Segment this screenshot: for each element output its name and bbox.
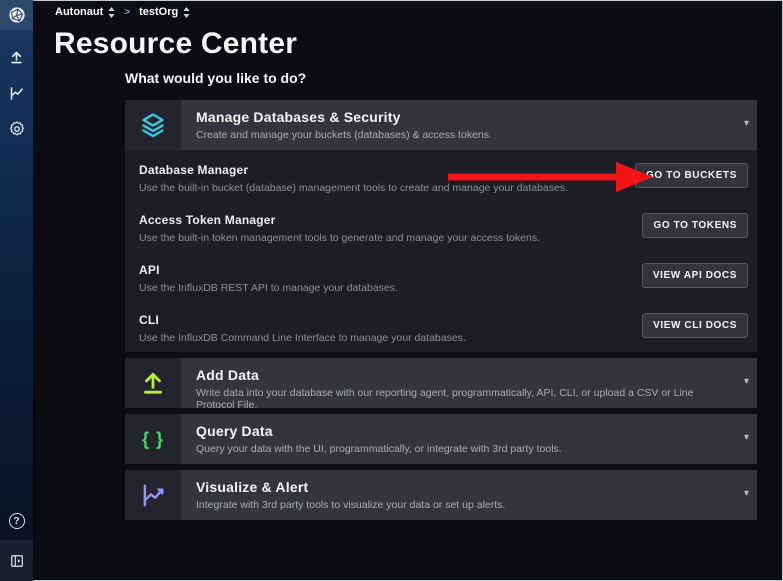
card-header-manage-databases[interactable]: Manage Databases & Security Create and m… [125,100,757,150]
card-header-query-data[interactable]: { } Query Data Query your data with the … [125,414,757,464]
influxdb-logo-icon [8,6,26,24]
section-title: CLI [139,313,637,327]
help-icon[interactable]: ? [0,513,33,529]
page-title: Resource Center [54,27,297,61]
section-database-manager: Database Manager Use the built-in bucket… [125,150,757,200]
chevron-down-icon[interactable]: ▾ [744,119,749,129]
page-subtitle: What would you like to do? [125,70,306,86]
section-title: Access Token Manager [139,213,637,227]
expand-sidebar-button[interactable] [0,540,33,581]
sub-org-name: testOrg [139,6,178,18]
org-name: Autonaut [55,6,103,18]
section-cli: CLI Use the InfluxDB Command Line Interf… [125,300,757,350]
card-description: Write data into your database with our r… [196,387,731,411]
section-access-token-manager: Access Token Manager Use the built-in to… [125,200,757,250]
go-to-tokens-button[interactable]: GO TO TOKENS [642,213,748,238]
card-query-data: { } Query Data Query your data with the … [125,414,757,464]
breadcrumb-org-dropdown[interactable]: Autonaut [55,6,115,18]
card-visualize-alert: Visualize & Alert Integrate with 3rd par… [125,470,757,520]
card-title: Visualize & Alert [196,479,731,495]
card-manage-databases-security: Manage Databases & Security Create and m… [125,100,757,352]
upload-icon [125,358,181,408]
card-title: Manage Databases & Security [196,109,731,125]
updown-caret-icon [183,7,190,18]
section-title: API [139,263,637,277]
card-header-visualize-alert[interactable]: Visualize & Alert Integrate with 3rd par… [125,470,757,520]
line-chart-icon [125,470,181,520]
updown-caret-icon [108,7,115,18]
left-nav-sidebar: ? [0,0,33,581]
view-api-docs-button[interactable]: VIEW API DOCS [642,263,748,288]
breadcrumb: Autonaut > testOrg [55,6,190,18]
card-title: Query Data [196,423,731,439]
chevron-down-icon[interactable]: ▾ [744,489,749,499]
resource-cards: Manage Databases & Security Create and m… [125,100,757,520]
section-description: Use the InfluxDB REST API to manage your… [139,282,637,294]
card-description: Integrate with 3rd party tools to visual… [196,499,731,511]
expand-sidebar-icon [10,554,24,568]
layers-icon [125,100,181,150]
view-cli-docs-button[interactable]: VIEW CLI DOCS [642,313,748,338]
section-description: Use the built-in token management tools … [139,232,637,244]
card-title: Add Data [196,367,731,383]
curly-braces-icon: { } [125,414,181,464]
card-header-text: Manage Databases & Security Create and m… [181,100,757,150]
question-mark-icon: ? [9,513,25,529]
load-data-upload-icon[interactable] [0,46,33,68]
section-description: Use the InfluxDB Command Line Interface … [139,332,637,344]
resource-center-page: ? Autonaut > testOrg Reso [0,0,783,581]
chevron-down-icon[interactable]: ▾ [744,433,749,443]
data-explorer-graph-icon[interactable] [0,82,33,104]
influxdb-logo[interactable] [0,0,33,30]
card-description: Create and manage your buckets (database… [196,129,731,141]
section-title: Database Manager [139,163,637,177]
card-description: Query your data with the UI, programmati… [196,443,731,455]
section-description: Use the built-in bucket (database) manag… [139,182,637,194]
breadcrumb-separator: > [124,7,130,18]
chevron-down-icon[interactable]: ▾ [744,377,749,387]
card-body-manage-databases: Database Manager Use the built-in bucket… [125,150,757,352]
settings-gear-icon[interactable] [0,118,33,140]
breadcrumb-suborg-dropdown[interactable]: testOrg [139,6,190,18]
card-add-data: Add Data Write data into your database w… [125,358,757,408]
card-header-text: Add Data Write data into your database w… [181,358,757,408]
card-header-add-data[interactable]: Add Data Write data into your database w… [125,358,757,408]
section-api: API Use the InfluxDB REST API to manage … [125,250,757,300]
card-header-text: Query Data Query your data with the UI, … [181,414,757,464]
go-to-buckets-button[interactable]: GO TO BUCKETS [635,163,748,188]
card-header-text: Visualize & Alert Integrate with 3rd par… [181,470,757,520]
